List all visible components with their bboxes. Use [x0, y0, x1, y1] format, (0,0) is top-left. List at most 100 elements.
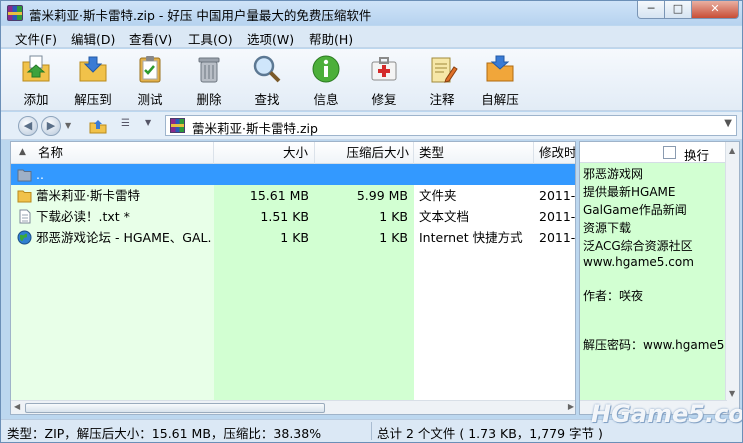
minimize-button[interactable]: ─	[637, 1, 665, 19]
comment-button[interactable]: 注释	[419, 51, 465, 109]
column-header-name[interactable]: ▲ 名称	[11, 142, 214, 164]
text-file-icon	[19, 209, 31, 224]
view-mode-button[interactable]: ☰ ▼	[121, 118, 151, 134]
comment-header: 换行	[580, 142, 739, 163]
folder-icon	[17, 190, 32, 203]
delete-label: 删除	[196, 92, 222, 107]
comment-line: 解压密码：www.hgame5.	[583, 338, 729, 352]
comment-line: 泛ACG综合资源社区	[583, 239, 693, 253]
file-list: ▲ 名称 大小 压缩后大小 类型 修改时 .. 蕾米莉亚·斯卡雷特 15.61 …	[10, 141, 576, 415]
file-size: 1.51 KB	[260, 209, 309, 224]
menu-tools[interactable]: 工具(O)	[188, 29, 233, 48]
self-extract-button[interactable]: 自解压	[477, 51, 523, 109]
file-type: Internet 快捷方式	[419, 230, 523, 245]
horizontal-scrollbar[interactable]: ◀ ▶	[11, 400, 575, 414]
menu-options[interactable]: 选项(W)	[247, 29, 294, 48]
menu-edit[interactable]: 编辑(D)	[71, 29, 115, 48]
comment-line: 提供最新HGAME	[583, 185, 676, 199]
comment-vertical-scrollbar[interactable]: ▲ ▼	[725, 142, 739, 414]
file-name: 邪恶游戏论坛 - HGAME、GAL...	[36, 230, 211, 245]
status-archive-info: 类型：ZIP，解压后大小：15.61 MB，压缩比：38.38%	[7, 426, 322, 441]
path-field[interactable]: 蕾米莉亚·斯卡雷特.zip ▼	[165, 115, 737, 136]
info-button[interactable]: 信息	[303, 51, 349, 109]
scroll-right-icon[interactable]: ▶	[568, 402, 574, 411]
find-button[interactable]: 查找	[244, 51, 290, 109]
title-bar: 蕾米莉亚·斯卡雷特.zip - 好压 中国用户量最大的免费压缩软件 ─ □ ✕	[1, 1, 742, 25]
repair-label: 修复	[371, 92, 397, 107]
scroll-up-icon[interactable]: ▲	[729, 146, 735, 155]
sort-ascending-icon: ▲	[19, 147, 26, 157]
comment-line: GalGame作品新闻	[583, 203, 687, 217]
column-header-name-label: 名称	[38, 145, 64, 160]
table-row[interactable]: 下载必读！.txt * 1.51 KB 1 KB 文本文档 2011-(	[11, 206, 576, 227]
file-packed-size: 5.99 MB	[356, 188, 408, 203]
column-header-packed[interactable]: 压缩后大小	[315, 142, 414, 164]
menu-view[interactable]: 查看(V)	[129, 29, 172, 48]
table-row[interactable]: 蕾米莉亚·斯卡雷特 15.61 MB 5.99 MB 文件夹 2011-(	[11, 185, 576, 206]
scroll-left-icon[interactable]: ◀	[14, 402, 20, 411]
repair-button[interactable]: 修复	[361, 51, 407, 109]
forward-button[interactable]: ▶	[41, 116, 61, 136]
comment-line: 邪恶游戏网	[583, 167, 644, 181]
first-aid-kit-icon	[371, 57, 397, 81]
comment-text[interactable]: 邪恶游戏网 提供最新HGAME GalGame作品新闻 资源下载 泛ACG综合资…	[580, 163, 729, 402]
chevron-down-icon: ▼	[145, 118, 152, 127]
column-header: ▲ 名称 大小 压缩后大小 类型 修改时	[11, 142, 575, 164]
info-icon	[312, 55, 340, 83]
file-modified: 2011-(	[539, 230, 576, 245]
up-folder-icon[interactable]	[89, 118, 107, 134]
file-name: 下载必读！.txt *	[36, 209, 130, 224]
menu-file[interactable]: 文件(F)	[15, 29, 57, 48]
scroll-thumb[interactable]	[25, 403, 325, 413]
nav-history-arrow-icon[interactable]: ▼	[65, 121, 71, 130]
window-title: 蕾米莉亚·斯卡雷特.zip - 好压 中国用户量最大的免费压缩软件	[29, 8, 372, 23]
extract-to-label: 解压到	[74, 92, 112, 107]
file-packed-size: 1 KB	[379, 209, 408, 224]
column-header-modified[interactable]: 修改时	[534, 142, 575, 164]
self-extract-label: 自解压	[481, 92, 519, 107]
close-button[interactable]: ✕	[691, 1, 739, 19]
column-header-type[interactable]: 类型	[414, 142, 534, 164]
magnifier-icon	[253, 55, 281, 83]
file-size: 15.61 MB	[249, 188, 309, 203]
file-packed-size: 1 KB	[379, 230, 408, 245]
extract-to-button[interactable]: 解压到	[70, 51, 116, 109]
add-label: 添加	[23, 92, 49, 107]
comment-line: 作者：咲夜	[583, 289, 644, 303]
wrap-label: 换行	[684, 148, 710, 163]
column-header-size[interactable]: 大小	[214, 142, 315, 164]
trash-icon	[198, 57, 220, 83]
comment-line: 资源下载	[583, 221, 632, 235]
menu-help[interactable]: 帮助(H)	[309, 29, 353, 48]
extract-icon	[79, 56, 107, 82]
comment-line: www.hgame5.com	[583, 255, 694, 269]
status-total-info: 总计 2 个文件 ( 1.73 KB，1,779 字节 )	[377, 426, 603, 441]
add-button[interactable]: 添加	[13, 51, 59, 109]
comment-pane: 换行 邪恶游戏网 提供最新HGAME GalGame作品新闻 资源下载 泛ACG…	[579, 141, 740, 415]
file-modified: 2011-(	[539, 209, 576, 224]
test-button[interactable]: 测试	[127, 51, 173, 109]
menu-bar: 文件(F) 编辑(D) 查看(V) 工具(O) 选项(W) 帮助(H)	[1, 26, 742, 48]
table-row[interactable]: ..	[11, 164, 575, 185]
delete-button[interactable]: 删除	[186, 51, 232, 109]
table-row[interactable]: 邪恶游戏论坛 - HGAME、GAL... 1 KB 1 KB Internet…	[11, 227, 576, 248]
file-name: ..	[36, 167, 44, 182]
toolbar: 添加 解压到 测试 删除 查找 信息 修复 注释 自解压	[1, 49, 742, 111]
site-watermark: HGame5.com	[591, 400, 742, 428]
list-view-icon: ☰	[121, 118, 130, 129]
app-window: 蕾米莉亚·斯卡雷特.zip - 好压 中国用户量最大的免费压缩软件 ─ □ ✕ …	[0, 0, 743, 443]
parent-folder-icon	[17, 169, 32, 182]
scroll-down-icon[interactable]: ▼	[729, 389, 735, 398]
path-text: 蕾米莉亚·斯卡雷特.zip	[192, 121, 318, 136]
file-type: 文本文档	[419, 209, 470, 224]
file-name: 蕾米莉亚·斯卡雷特	[36, 188, 140, 203]
address-bar: ◀ ▶ ▼ ☰ ▼ 蕾米莉亚·斯卡雷特.zip ▼	[1, 112, 742, 140]
maximize-button[interactable]: □	[664, 1, 692, 19]
notepad-pencil-icon	[431, 57, 458, 83]
back-button[interactable]: ◀	[18, 116, 38, 136]
comment-label: 注释	[429, 92, 455, 107]
path-dropdown-icon[interactable]: ▼	[724, 118, 732, 129]
find-label: 查找	[254, 92, 280, 107]
wrap-checkbox[interactable]	[663, 146, 676, 159]
file-modified: 2011-(	[539, 188, 576, 203]
